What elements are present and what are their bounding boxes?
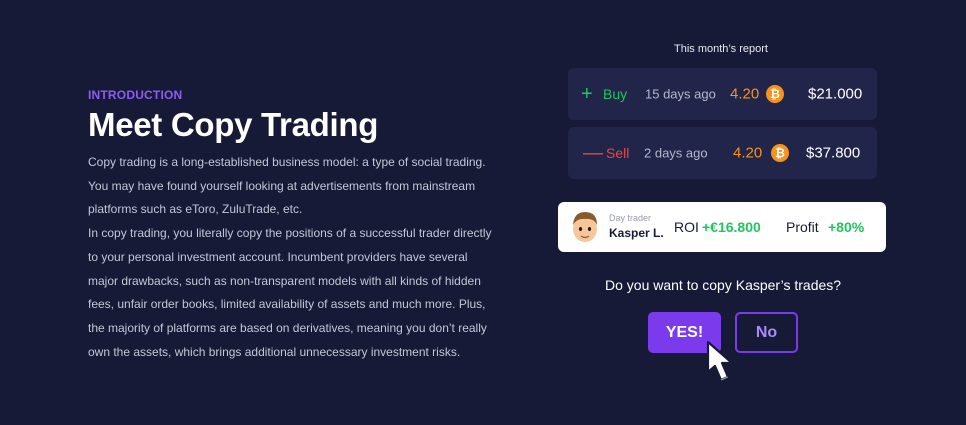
trade-amount: 4.20 — [733, 144, 763, 162]
plus-icon: + — [581, 83, 593, 105]
trader-role: Day trader — [609, 213, 652, 223]
profit-label: Profit — [786, 219, 819, 235]
trade-type: Buy — [603, 86, 628, 102]
bitcoin-icon: ₿ — [766, 85, 784, 103]
trade-price: $37.800 — [806, 144, 861, 162]
trader-card: Day trader Kasper L. ROI +€16.800 Profit… — [558, 202, 886, 252]
trader-name: Kasper L. — [609, 226, 664, 240]
intro-section: INTRODUCTION Meet Copy Trading Copy trad… — [88, 88, 508, 364]
trade-card-sell: — Sell 2 days ago 4.20 ₿ $37.800 — [568, 127, 877, 179]
roi-label: ROI — [674, 219, 699, 235]
report-label: This month’s report — [674, 43, 768, 55]
page-title: Meet Copy Trading — [88, 106, 379, 143]
trade-time: 2 days ago — [644, 145, 708, 161]
trade-amount: 4.20 — [730, 85, 760, 103]
profit-value: +80% — [828, 219, 865, 235]
trader-avatar — [573, 212, 597, 242]
trade-type: Sell — [606, 145, 630, 161]
bitcoin-icon: ₿ — [771, 144, 789, 162]
intro-paragraph-2: In copy trading, you literally copy the … — [88, 226, 492, 359]
section-eyebrow: INTRODUCTION — [88, 88, 183, 102]
intro-body: Copy trading is a long-established busin… — [88, 151, 500, 364]
hand-pointer-icon — [706, 340, 734, 382]
trade-price: $21.000 — [808, 85, 863, 103]
trade-card-buy: + Buy 15 days ago 4.20 ₿ $21.000 — [568, 68, 877, 120]
minus-icon: — — [583, 142, 603, 164]
trade-time: 15 days ago — [645, 86, 716, 102]
intro-paragraph-1: Copy trading is a long-established busin… — [88, 155, 486, 217]
copy-question: Do you want to copy Kasper’s trades? — [605, 277, 842, 293]
roi-value: +€16.800 — [702, 219, 761, 235]
